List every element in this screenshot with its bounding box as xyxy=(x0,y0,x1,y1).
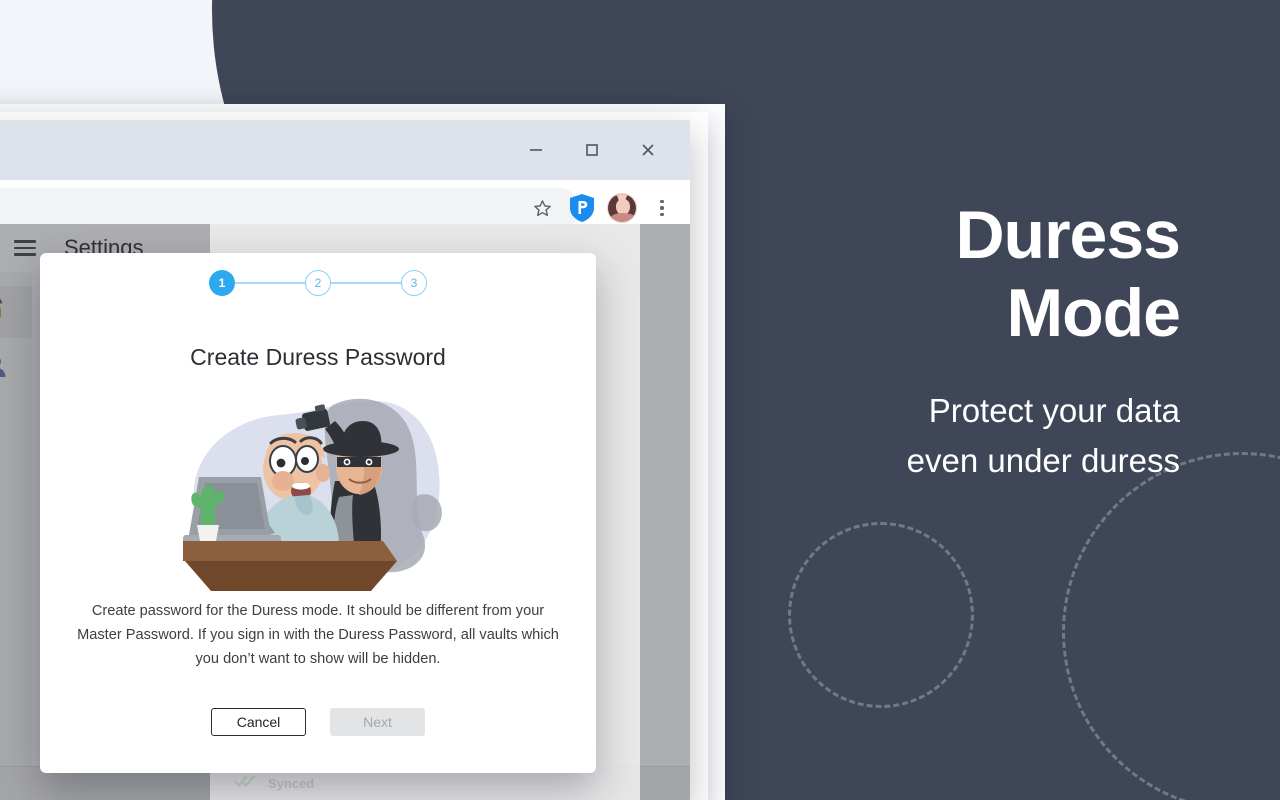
promo-copy: Duress Mode Protect your data even under… xyxy=(700,196,1181,486)
promo-title-line-1: Duress xyxy=(955,197,1181,273)
window-minimize-button[interactable] xyxy=(508,130,564,170)
window-titlebar xyxy=(0,120,690,180)
create-duress-password-dialog: 1 2 3 Create Duress Password Create pass… xyxy=(40,253,596,773)
man-at-laptop-with-thief-illustration xyxy=(183,385,453,597)
stepper-connector-2 xyxy=(331,282,401,284)
stepper-step-2[interactable]: 2 xyxy=(305,270,331,296)
wizard-stepper: 1 2 3 xyxy=(40,270,596,296)
stepper-step-3[interactable]: 3 xyxy=(401,270,427,296)
promo-subtitle-line-1: Protect your data xyxy=(928,392,1180,429)
dialog-actions: Cancel Next xyxy=(40,708,596,736)
window-close-button[interactable] xyxy=(620,130,676,170)
promo-title: Duress Mode xyxy=(700,196,1181,352)
star-icon[interactable] xyxy=(524,190,560,226)
avatar[interactable] xyxy=(604,190,640,226)
window-maximize-button[interactable] xyxy=(564,130,620,170)
promo-subtitle-line-2: even under duress xyxy=(906,442,1180,479)
decorative-dashed-circle-small xyxy=(788,522,974,708)
decorative-dashed-circle-large xyxy=(1062,452,1280,800)
promo-subtitle: Protect your data even under duress xyxy=(700,386,1180,486)
avatar-body xyxy=(611,213,635,222)
stepper-connector-1 xyxy=(235,282,305,284)
dialog-title: Create Duress Password xyxy=(190,344,446,370)
dialog-description: Create password for the Duress mode. It … xyxy=(77,603,559,667)
shield-extension-icon[interactable] xyxy=(564,190,600,226)
promo-title-line-2: Mode xyxy=(1006,275,1181,351)
cancel-button[interactable]: Cancel xyxy=(211,708,306,736)
stepper-step-1[interactable]: 1 xyxy=(209,270,235,296)
next-button[interactable]: Next xyxy=(330,708,425,736)
kebab-menu-icon[interactable] xyxy=(644,190,680,226)
